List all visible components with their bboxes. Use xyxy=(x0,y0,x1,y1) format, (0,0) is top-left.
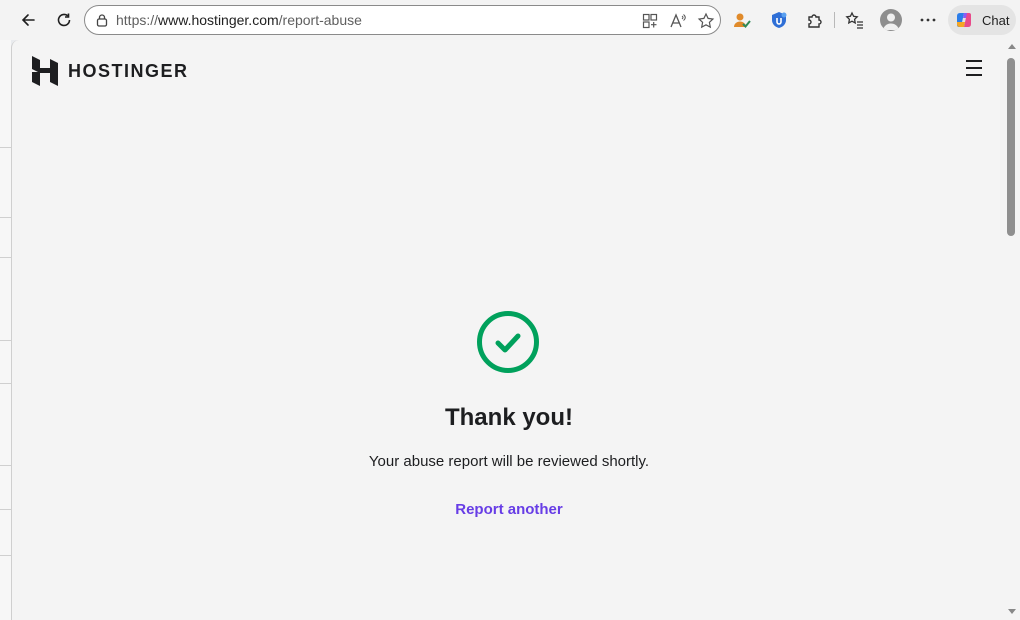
more-options-icon[interactable] xyxy=(918,10,938,30)
toolbar-separator xyxy=(834,12,835,28)
back-button[interactable] xyxy=(15,8,41,32)
report-another-link[interactable]: Report another xyxy=(12,501,1006,518)
hamburger-menu-icon[interactable] xyxy=(964,59,986,77)
scroll-up-arrow-icon[interactable] xyxy=(1008,44,1016,49)
read-aloud-icon[interactable] xyxy=(669,12,687,30)
success-check-icon xyxy=(477,311,539,373)
url-host: www.hostinger.com xyxy=(158,12,279,28)
backdrop-line xyxy=(0,217,11,218)
backdrop-line xyxy=(0,147,11,148)
url-path: /report-abuse xyxy=(278,12,362,28)
lock-icon[interactable] xyxy=(95,13,109,27)
brand-name: HOSTINGER xyxy=(68,60,189,81)
backdrop-line xyxy=(0,340,11,341)
refresh-icon xyxy=(57,13,71,27)
hostinger-logo-icon xyxy=(32,56,58,86)
url-text[interactable]: https://www.hostinger.com/report-abuse xyxy=(116,12,362,28)
brand-logo-link[interactable]: HOSTINGER xyxy=(32,56,189,86)
page-scrollbar[interactable] xyxy=(1004,40,1020,620)
confirmation-title: Thank you! xyxy=(444,404,573,431)
background-window xyxy=(0,40,11,620)
backdrop-line xyxy=(0,465,11,466)
chat-label: Chat xyxy=(982,13,1010,28)
backdrop-line xyxy=(0,383,11,384)
scrollbar-thumb[interactable] xyxy=(1007,58,1015,236)
scroll-down-arrow-icon[interactable] xyxy=(1008,609,1016,614)
copilot-chat-button[interactable]: Chat xyxy=(948,5,1016,35)
refresh-button[interactable] xyxy=(51,8,77,32)
extensions-icon[interactable] xyxy=(805,10,825,30)
copilot-icon xyxy=(957,13,971,27)
shield-extension-icon[interactable] xyxy=(769,10,789,30)
confirmation-message: Your abuse report will be reviewed short… xyxy=(368,453,650,470)
profile-avatar-icon[interactable] xyxy=(880,9,902,31)
favorite-star-icon[interactable] xyxy=(697,12,715,30)
backdrop-line xyxy=(0,555,11,556)
address-bar[interactable]: https://www.hostinger.com/report-abuse xyxy=(84,5,721,35)
app-grid-icon[interactable] xyxy=(641,12,659,30)
web-page: HOSTINGER Thank you! Your abuse report w… xyxy=(11,40,1020,620)
user-check-icon[interactable] xyxy=(732,10,752,30)
backdrop-line xyxy=(0,257,11,258)
browser-toolbar: https://www.hostinger.com/report-abuse C… xyxy=(0,0,1020,40)
backdrop-line xyxy=(0,509,11,510)
back-icon xyxy=(21,14,35,26)
url-scheme: https:// xyxy=(116,12,159,28)
favorites-list-icon[interactable] xyxy=(845,10,865,30)
